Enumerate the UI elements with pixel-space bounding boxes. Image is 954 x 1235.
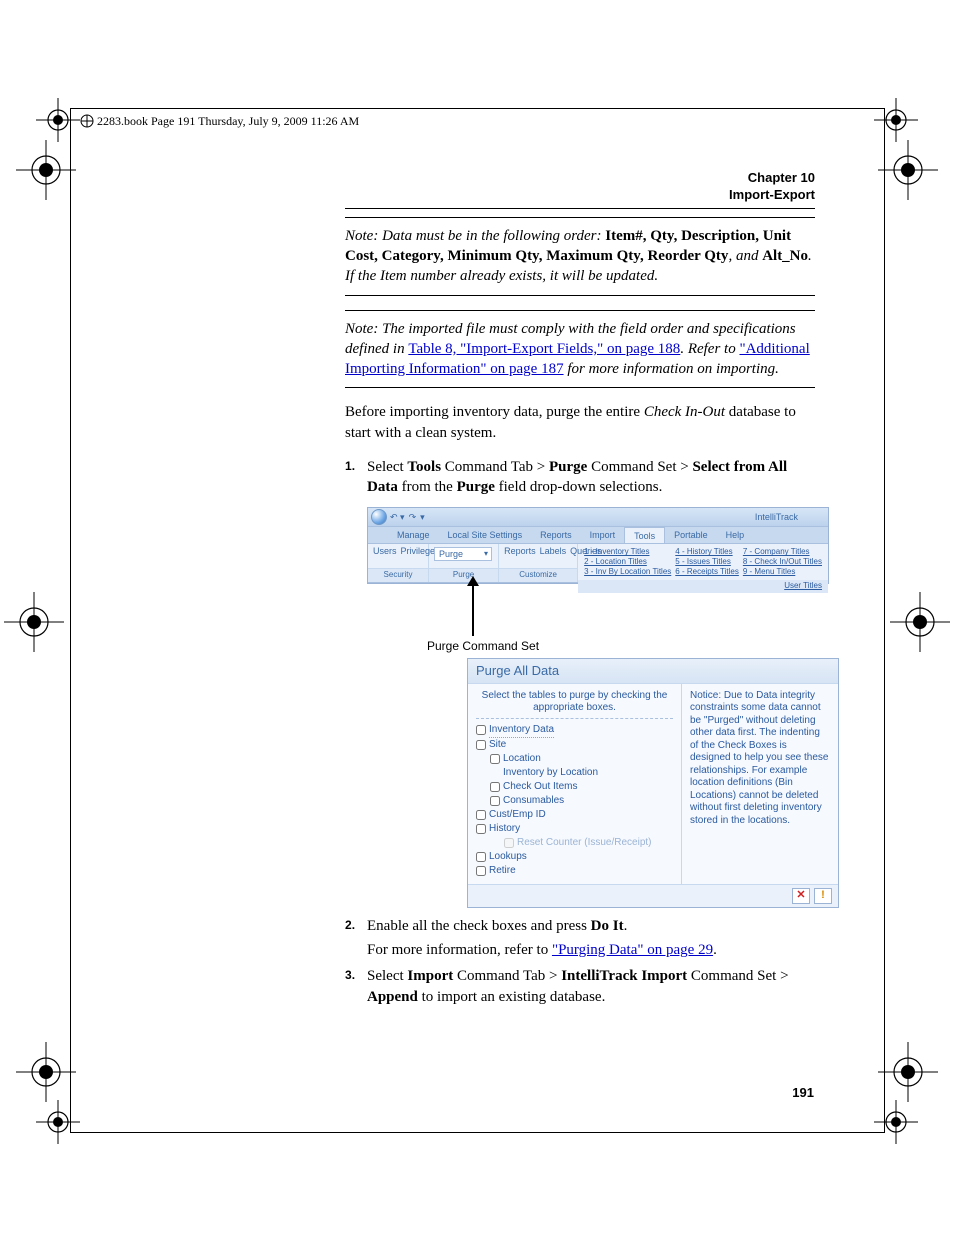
dialog-instructions: Select the tables to purge by checking t… [476,690,673,719]
chapter-number: Chapter 10 [345,170,815,187]
lbl-reset-counter: Reset Counter (Issue/Receipt) [517,836,652,850]
link-table8[interactable]: Table 8, "Import-Export Fields," on page… [408,341,680,357]
link-menu-titles[interactable]: 9 - Menu Titles [743,567,822,577]
link-company-titles[interactable]: 7 - Company Titles [743,547,822,557]
page-number: 191 [792,1085,814,1100]
link-location-titles[interactable]: 2 - Location Titles [584,557,671,567]
lbl-consumables: Consumables [503,794,564,808]
crop-line [70,108,885,109]
lbl-site: Site [489,738,506,752]
chk-history[interactable] [476,824,486,834]
tab-import[interactable]: Import [581,527,625,543]
group-label-customize: Customize [499,568,577,582]
ribbon-screenshot: ↶ ▾ ↷ ▾ IntelliTrack Manage Local Site S… [367,507,829,584]
link-history-titles[interactable]: 4 - History Titles [675,547,739,557]
callout-arrow: Purge Command Set [367,588,815,658]
purge-all-data-dialog: Purge All Data Select the tables to purg… [467,658,839,908]
step-3: Select Import Command Tab > IntelliTrack… [345,966,815,1007]
tab-reports[interactable]: Reports [531,527,581,543]
body-paragraph: Before importing inventory data, purge t… [345,402,815,443]
chk-reset-counter [504,838,514,848]
link-invbyloc-titles[interactable]: 3 - Inv By Location Titles [584,567,671,577]
chk-inventory-data[interactable] [476,725,486,735]
chapter-heading: Chapter 10 Import-Export [345,170,815,204]
note-block-2: Note: The imported file must comply with… [345,310,815,389]
link-inventory-titles[interactable]: 1 - Inventory Titles [584,547,671,557]
group-label-security: Security [368,568,428,582]
user-titles-links: 1 - Inventory Titles 4 - History Titles … [578,544,828,580]
divider [345,208,815,209]
chk-consumables[interactable] [490,796,500,806]
lbl-history: History [489,822,520,836]
arrow-label: Purge Command Set [427,638,539,654]
tab-portable[interactable]: Portable [665,527,717,543]
chapter-title: Import-Export [345,187,815,204]
chk-checkout-items[interactable] [490,782,500,792]
registration-mark-icon [16,140,76,200]
chk-retire[interactable] [476,866,486,876]
undo-icon[interactable]: ↶ ▾ [390,511,405,523]
app-title: IntelliTrack [755,511,798,523]
lbl-retire: Retire [489,864,516,878]
lbl-cust-emp-id: Cust/Emp ID [489,808,546,822]
note-text: Note: Data must be in the following orde… [345,228,605,244]
do-it-button[interactable]: ! [814,888,832,904]
lbl-location: Location [503,752,541,766]
chk-lookups[interactable] [476,852,486,862]
dialog-notice: Notice: Due to Data integrity constraint… [682,684,838,884]
labels-button[interactable]: Labels [540,547,567,557]
registration-mark-icon [878,140,938,200]
registration-mark-icon [36,1100,80,1144]
reports-button[interactable]: Reports [504,547,536,557]
registration-mark-icon [16,1042,76,1102]
link-receipts-titles[interactable]: 6 - Receipts Titles [675,567,739,577]
link-purging-data[interactable]: "Purging Data" on page 29 [552,942,713,958]
registration-mark-icon [36,98,80,142]
lbl-inv-by-location: Inventory by Location [503,766,598,780]
users-button[interactable]: Users [373,547,397,557]
note-block-1: Note: Data must be in the following orde… [345,217,815,296]
lbl-checkout-items: Check Out Items [503,780,577,794]
purge-combo[interactable]: Purge [434,547,492,561]
registration-mark-icon [874,98,918,142]
lbl-inventory-data: Inventory Data [489,723,554,738]
redo-icon[interactable]: ↷ [409,511,417,523]
registration-mark-icon [890,592,950,652]
dialog-title: Purge All Data [468,659,838,684]
tab-help[interactable]: Help [717,527,754,543]
registration-mark-icon [874,1100,918,1144]
chk-location[interactable] [490,754,500,764]
crop-line [70,1132,885,1133]
close-button[interactable]: ✕ [792,888,810,904]
chk-site[interactable] [476,740,486,750]
ribbon-tabs: Manage Local Site Settings Reports Impor… [368,527,828,544]
running-head-text: 2283.book Page 191 Thursday, July 9, 200… [97,114,359,128]
tab-tools[interactable]: Tools [624,527,665,543]
registration-mark-icon [4,592,64,652]
office-orb-icon[interactable] [371,509,387,525]
quick-access-toolbar: ↶ ▾ ↷ ▾ [390,511,425,523]
step-2: Enable all the check boxes and press Do … [345,916,815,961]
book-icon [80,114,94,128]
qat-more-icon[interactable]: ▾ [420,511,425,523]
chk-cust-emp-id[interactable] [476,810,486,820]
crop-line [70,108,71,1133]
link-checkinout-titles[interactable]: 8 - Check In/Out Titles [743,557,822,567]
crop-line [884,108,885,1133]
running-head: 2283.book Page 191 Thursday, July 9, 200… [80,114,815,129]
group-label-purge: Purge [429,568,498,582]
step-1: Select Tools Command Tab > Purge Command… [345,457,815,908]
tab-manage[interactable]: Manage [388,527,439,543]
tab-local-site-settings[interactable]: Local Site Settings [439,527,532,543]
registration-mark-icon [878,1042,938,1102]
link-issues-titles[interactable]: 5 - Issues Titles [675,557,739,567]
lbl-lookups: Lookups [489,850,527,864]
